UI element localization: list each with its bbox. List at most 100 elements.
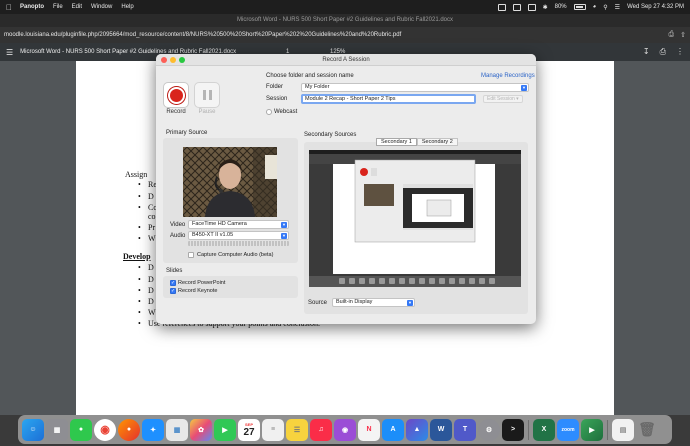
calendar-day: 27 — [243, 426, 255, 438]
minimize-window-icon[interactable] — [170, 57, 176, 63]
panopto-record-window: Record A Session Record Pause Choose fol… — [156, 54, 536, 324]
messages-icon[interactable]: ● — [70, 418, 92, 441]
tab-secondary-2[interactable]: Secondary 2 — [416, 138, 458, 146]
address-bar[interactable]: moodle.louisiana.edu/pluginfile.php/2095… — [0, 27, 690, 43]
battery-percent[interactable]: 80% — [555, 4, 567, 10]
print-icon[interactable]: ⎙ — [660, 47, 666, 57]
chrome-icon[interactable]: ◉ — [94, 418, 116, 441]
control-center-icon[interactable]: ☰ — [615, 4, 620, 11]
menubar-clock[interactable]: Wed Sep 27 4:32 PM — [627, 4, 684, 10]
menu-file[interactable]: File — [53, 4, 63, 10]
webcam-preview — [183, 147, 277, 217]
menu-help[interactable]: Help — [121, 4, 133, 10]
record-powerpoint-label: Record PowerPoint — [178, 280, 226, 286]
audio-select[interactable]: B450-XT II v1.05 ▼ — [188, 231, 289, 240]
word-icon[interactable]: W — [430, 418, 452, 441]
zoom-icon[interactable]: zoom — [557, 418, 579, 441]
pause-label: Pause — [198, 109, 216, 115]
panopto-titlebar[interactable]: Record A Session — [156, 54, 536, 66]
status-icon[interactable] — [527, 3, 536, 11]
app-store-icon[interactable]: A — [382, 418, 404, 441]
more-icon[interactable]: ⋮ — [676, 47, 684, 57]
calendar-icon[interactable]: SEP 27 — [238, 418, 260, 441]
webcast-toggle[interactable] — [266, 109, 272, 115]
music-icon[interactable]: ♫ — [310, 418, 332, 441]
audio-level-meter — [188, 241, 289, 246]
atom-app-icon[interactable]: ▲ — [406, 418, 428, 441]
wifi-icon[interactable]: ◕ — [593, 4, 597, 10]
status-icon[interactable] — [512, 3, 521, 11]
doc-bullet: D — [148, 192, 154, 201]
photos-icon[interactable]: ✿ — [190, 418, 212, 441]
close-window-icon[interactable] — [161, 57, 167, 63]
preview-icon[interactable]: ▦ — [166, 418, 188, 441]
notes-icon[interactable]: ☰ — [286, 418, 308, 441]
facetime-icon[interactable]: ▶ — [214, 418, 236, 441]
excel-icon[interactable]: X — [533, 418, 555, 441]
panopto-icon[interactable]: ▶ — [581, 418, 603, 441]
manage-recordings-link[interactable]: Manage Recordings — [481, 73, 535, 79]
document-icon[interactable]: ▤ — [612, 418, 634, 441]
record-button[interactable] — [163, 82, 189, 108]
chevron-down-icon: ▼ — [281, 233, 287, 239]
video-label: Video — [170, 222, 186, 228]
status-area: ✱ 80% ◕ ⚲ ☰ Wed Sep 27 4:32 PM — [497, 3, 684, 11]
doc-bullet: D — [148, 297, 154, 306]
screen-capture-preview — [309, 150, 521, 287]
news-icon[interactable]: N — [358, 418, 380, 441]
source-label: Source — [308, 300, 328, 306]
session-label: Session — [266, 96, 288, 102]
doc-heading-develop: Develop — [123, 252, 151, 261]
tab-secondary-1[interactable]: Secondary 1 — [376, 138, 417, 146]
search-icon[interactable]: ⚲ — [603, 4, 607, 11]
podcasts-icon[interactable]: ◉ — [334, 418, 356, 441]
url-text[interactable]: moodle.louisiana.edu/pluginfile.php/2095… — [4, 32, 669, 38]
safari-icon[interactable]: ✦ — [142, 418, 164, 441]
menu-app-name[interactable]: Panopto — [20, 4, 44, 10]
apple-icon[interactable]:  — [6, 3, 12, 12]
dock-separator — [607, 419, 608, 440]
session-name-input[interactable]: Module 2 Recap - Short Paper 2 Tips — [301, 94, 476, 104]
capture-audio-checkbox[interactable] — [188, 252, 194, 258]
firefox-icon[interactable]: ● — [118, 418, 140, 441]
secondary-sources-title: Secondary Sources — [304, 132, 357, 138]
terminal-icon[interactable]: > — [502, 418, 524, 441]
menu-window[interactable]: Window — [91, 4, 112, 10]
menu-icon[interactable]: ☰ — [6, 48, 13, 57]
webcast-label: Webcast — [274, 109, 298, 115]
print-icon[interactable]: ⎙ — [669, 31, 675, 39]
teams-icon[interactable]: T — [454, 418, 476, 441]
choose-folder-label: Choose folder and session name — [266, 73, 354, 79]
record-powerpoint-checkbox[interactable]: ✓ — [170, 280, 176, 286]
menu-edit[interactable]: Edit — [72, 4, 82, 10]
share-icon[interactable]: ⇧ — [680, 31, 686, 39]
system-preferences-icon[interactable]: ⚙ — [478, 418, 500, 441]
launchpad-icon[interactable]: ▦ — [46, 418, 68, 441]
battery-icon[interactable] — [573, 4, 586, 10]
record-icon — [167, 86, 185, 104]
record-label: Record — [166, 109, 186, 115]
record-keynote-checkbox[interactable]: ✓ — [170, 288, 176, 294]
zoom-window-icon[interactable] — [179, 57, 185, 63]
bluetooth-icon[interactable]: ✱ — [543, 4, 548, 11]
reminders-icon[interactable]: ≡ — [262, 418, 284, 441]
video-select[interactable]: FaceTime HD Camera ▼ — [188, 220, 289, 229]
capture-audio-label: Capture Computer Audio (beta) — [197, 252, 274, 258]
pause-button[interactable] — [194, 82, 220, 108]
source-select[interactable]: Built-in Display ▼ — [332, 298, 415, 307]
doc-bullet: Pr — [148, 223, 156, 232]
doc-bullet: D — [148, 286, 154, 295]
edit-session-button[interactable]: Edit Session ▾ — [483, 95, 523, 103]
download-icon[interactable]: ↧ — [643, 47, 650, 57]
edit-session-label: Edit Session — [487, 96, 515, 102]
doc-bullet: W — [148, 308, 156, 317]
finder-icon[interactable]: ☺ — [22, 418, 44, 441]
doc-bullet: co — [148, 212, 156, 221]
source-value: Built-in Display — [336, 299, 373, 305]
folder-select[interactable]: My Folder ▼ — [301, 83, 529, 92]
record-keynote-label: Record Keynote — [178, 288, 218, 294]
zoom-label: zoom — [561, 426, 575, 433]
status-icon[interactable] — [497, 3, 506, 11]
trash-icon[interactable]: 🗑 — [636, 419, 658, 441]
chevron-down-icon: ▼ — [521, 85, 527, 91]
